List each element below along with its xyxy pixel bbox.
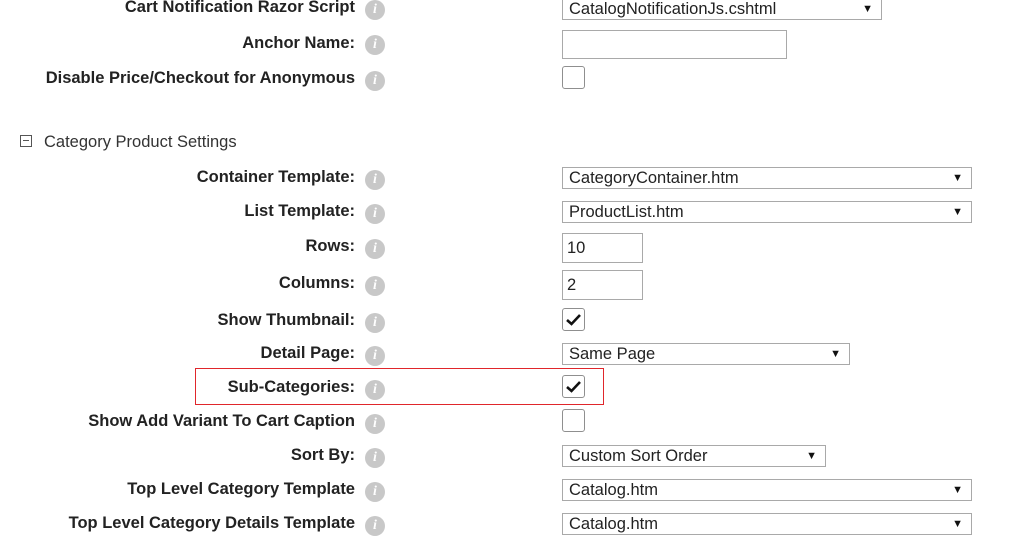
detail-page-label: Detail Page: xyxy=(260,344,355,362)
dropdown-arrow-icon: ▼ xyxy=(952,484,963,496)
columns-input[interactable] xyxy=(562,270,643,300)
show-thumbnail-checkbox[interactable] xyxy=(562,308,585,331)
anchor-name-input[interactable] xyxy=(562,30,787,59)
checkmark-icon xyxy=(566,314,581,326)
cart-script-label: Cart Notification Razor Script xyxy=(124,0,355,16)
rows-label: Rows: xyxy=(305,237,356,255)
info-icon[interactable]: i xyxy=(365,380,385,400)
info-icon[interactable]: i xyxy=(365,276,385,296)
sub-categories-label: Sub-Categories: xyxy=(227,378,355,396)
info-icon[interactable]: i xyxy=(365,170,385,190)
container-template-label: Container Template: xyxy=(196,168,355,186)
info-icon[interactable]: i xyxy=(365,239,385,259)
info-icon[interactable]: i xyxy=(365,516,385,536)
section-header[interactable]: Category Product Settings xyxy=(20,133,237,152)
dropdown-arrow-icon: ▼ xyxy=(806,450,817,462)
dropdown-arrow-icon: ▼ xyxy=(952,518,963,530)
top-level-details-template-label: Top Level Category Details Template xyxy=(68,514,355,532)
info-icon[interactable]: i xyxy=(365,346,385,366)
detail-page-value: Same Page xyxy=(569,345,656,363)
dropdown-arrow-icon: ▼ xyxy=(830,348,841,360)
show-add-variant-checkbox[interactable] xyxy=(562,409,585,432)
info-icon[interactable]: i xyxy=(365,313,385,333)
info-icon[interactable]: i xyxy=(365,448,385,468)
sort-by-select[interactable]: Custom Sort Order ▼ xyxy=(562,445,826,467)
info-icon[interactable]: i xyxy=(365,414,385,434)
info-icon[interactable]: i xyxy=(365,71,385,91)
top-level-template-label: Top Level Category Template xyxy=(127,480,355,498)
info-icon[interactable]: i xyxy=(365,482,385,502)
dropdown-arrow-icon: ▼ xyxy=(862,3,873,15)
detail-page-select[interactable]: Same Page ▼ xyxy=(562,343,850,365)
columns-label: Columns: xyxy=(278,274,355,292)
info-icon[interactable]: i xyxy=(365,35,385,55)
disable-price-label: Disable Price/Checkout for Anonymous xyxy=(45,69,355,87)
sort-by-label: Sort By: xyxy=(290,446,355,464)
info-icon[interactable]: i xyxy=(365,204,385,224)
sort-by-value: Custom Sort Order xyxy=(569,447,708,465)
dropdown-arrow-icon: ▼ xyxy=(952,172,963,184)
top-level-details-template-select[interactable]: Catalog.htm ▼ xyxy=(562,513,972,535)
list-template-value: ProductList.htm xyxy=(569,203,684,221)
top-level-template-select[interactable]: Catalog.htm ▼ xyxy=(562,479,972,501)
cart-script-select[interactable]: CatalogNotificationJs.cshtml ▼ xyxy=(562,0,882,20)
section-title: Category Product Settings xyxy=(44,133,237,151)
checkmark-icon xyxy=(566,381,581,393)
cart-script-value: CatalogNotificationJs.cshtml xyxy=(569,0,777,18)
disable-price-checkbox[interactable] xyxy=(562,66,585,89)
container-template-value: CategoryContainer.htm xyxy=(569,169,739,187)
top-level-template-value: Catalog.htm xyxy=(569,481,658,499)
container-template-select[interactable]: CategoryContainer.htm ▼ xyxy=(562,167,972,189)
dropdown-arrow-icon: ▼ xyxy=(952,206,963,218)
sub-categories-checkbox[interactable] xyxy=(562,375,585,398)
show-thumbnail-label: Show Thumbnail: xyxy=(217,311,356,329)
list-template-select[interactable]: ProductList.htm ▼ xyxy=(562,201,972,223)
rows-input[interactable] xyxy=(562,233,643,263)
collapse-icon[interactable] xyxy=(20,135,32,147)
show-add-variant-label: Show Add Variant To Cart Caption xyxy=(88,412,355,430)
anchor-name-label: Anchor Name: xyxy=(242,34,355,52)
top-level-details-template-value: Catalog.htm xyxy=(569,515,658,533)
info-icon[interactable]: i xyxy=(365,0,385,20)
list-template-label: List Template: xyxy=(244,202,355,220)
